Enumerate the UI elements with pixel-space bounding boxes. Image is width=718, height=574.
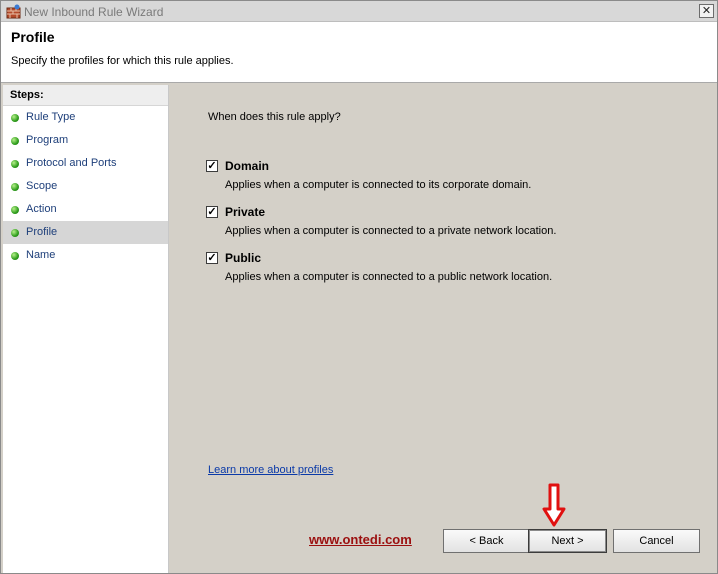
private-label[interactable]: Private [225,205,265,219]
step-profile[interactable]: Profile [3,221,168,244]
watermark-text: www.ontedi.com [309,532,412,547]
step-program[interactable]: Program [3,129,168,152]
step-status-icon [11,137,19,145]
step-label: Protocol and Ports [26,157,117,169]
step-status-icon [11,114,19,122]
down-arrow-icon [542,483,566,530]
public-description: Applies when a computer is connected to … [225,271,553,283]
step-action[interactable]: Action [3,198,168,221]
next-button[interactable]: Next > [528,529,607,553]
step-status-icon [11,252,19,260]
step-scope[interactable]: Scope [3,175,168,198]
firewall-icon [6,4,21,19]
step-status-icon [11,229,19,237]
wizard-header: Profile Specify the profiles for which t… [1,22,717,83]
window-title: New Inbound Rule Wizard [24,5,164,19]
step-label: Rule Type [26,111,76,123]
domain-description: Applies when a computer is connected to … [225,179,532,191]
close-button[interactable]: ✕ [699,4,714,18]
steps-heading: Steps: [3,85,168,106]
step-label: Profile [26,226,58,238]
domain-label[interactable]: Domain [225,159,269,173]
content-pane: When does this rule apply? ✓ Domain Appl… [171,85,717,573]
rule-question: When does this rule apply? [208,111,341,123]
step-protocol-and-ports[interactable]: Protocol and Ports [3,152,168,175]
step-status-icon [11,160,19,168]
step-label: Scope [26,180,58,192]
step-name[interactable]: Name [3,244,168,267]
step-label: Name [26,249,56,261]
public-label[interactable]: Public [225,251,261,265]
title-bar: New Inbound Rule Wizard ✕ [1,1,717,22]
page-subtitle: Specify the profiles for which this rule… [11,55,234,67]
steps-pane: Steps: Rule Type Program Protocol and Po… [3,85,169,573]
page-title: Profile [11,29,55,45]
private-description: Applies when a computer is connected to … [225,225,557,237]
wizard-window: New Inbound Rule Wizard ✕ Profile Specif… [0,0,718,574]
step-status-icon [11,206,19,214]
private-checkbox[interactable]: ✓ [206,206,218,218]
learn-more-link[interactable]: Learn more about profiles [208,464,333,476]
step-label: Program [26,134,69,146]
back-button[interactable]: < Back [443,529,530,553]
step-rule-type[interactable]: Rule Type [3,106,168,129]
public-checkbox[interactable]: ✓ [206,252,218,264]
step-label: Action [26,203,57,215]
domain-checkbox[interactable]: ✓ [206,160,218,172]
cancel-button[interactable]: Cancel [613,529,700,553]
step-status-icon [11,183,19,191]
